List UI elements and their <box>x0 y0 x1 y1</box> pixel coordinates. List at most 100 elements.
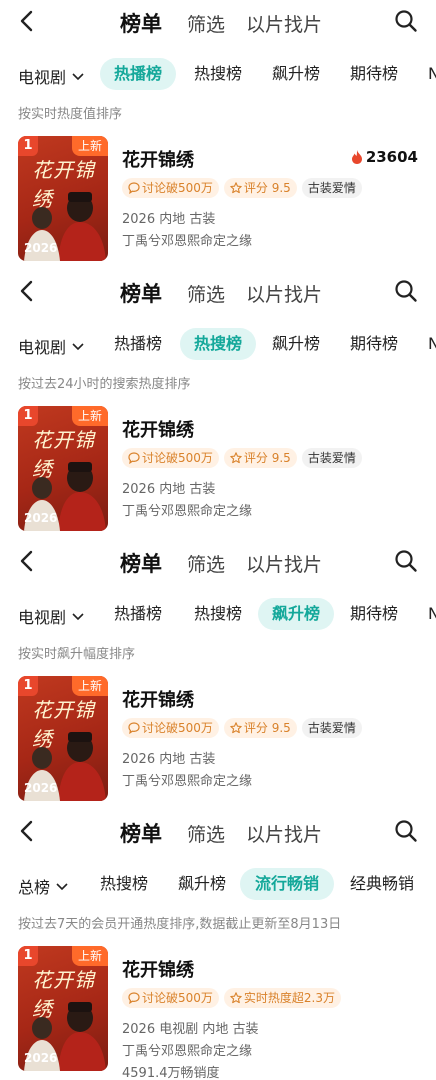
search-icon[interactable] <box>394 9 418 33</box>
chart-tab-chip[interactable]: N <box>428 328 436 360</box>
chart-tab-chip[interactable]: 热搜榜 <box>180 58 256 90</box>
chart-tab-chip[interactable]: 流行畅销 <box>240 868 334 900</box>
back-icon[interactable] <box>16 550 38 572</box>
tab-filter[interactable]: 筛选 <box>187 820 225 847</box>
tag-label: 古装爱情 <box>307 721 356 735</box>
chart-tab-chip[interactable]: 飙升榜 <box>258 328 334 360</box>
drama-title[interactable]: 花开锦绣 <box>122 956 194 982</box>
category-dropdown[interactable]: 电视剧 <box>18 334 84 358</box>
tag-row: 讨论破500万 实时热度超2.3万 <box>122 988 346 1010</box>
ranking-screen: 榜单 筛选 以片找片 电视剧 热播榜 热搜榜 飙升榜 期待榜 N 按过去24小时的搜索热度排序 花开… <box>0 270 436 540</box>
meta-tagline: 丁禹兮邓恩熙命定之缘 <box>122 504 253 519</box>
comment-icon <box>128 451 142 465</box>
chart-tab-chip[interactable]: 飙升榜 <box>164 868 240 900</box>
category-row: 电视剧 热播榜 热搜榜 飙升榜 期待榜 N <box>0 596 436 632</box>
drama-title[interactable]: 花开锦绣 <box>122 416 194 442</box>
tag-label: 古装爱情 <box>307 451 356 465</box>
tag-label: 古装爱情 <box>307 181 356 195</box>
star-icon <box>230 451 244 465</box>
tab-filter[interactable]: 筛选 <box>187 280 225 307</box>
chart-tab-chip[interactable]: 经典畅销 <box>338 868 426 900</box>
poster-year: 2026 <box>24 1051 58 1065</box>
chart-tab-chip[interactable]: 期待榜 <box>336 58 412 90</box>
sort-description: 按过去7天的会员开通热度排序,数据截止更新至8月13日 <box>18 917 342 932</box>
chart-tab-chip[interactable]: 飙升榜 <box>258 598 334 630</box>
poster-image[interactable]: 花开锦绣 1 上新 2026 <box>18 136 108 261</box>
drama-title[interactable]: 花开锦绣 <box>122 146 194 172</box>
tag-row: 讨论破500万 评分 9.5 古装爱情 <box>122 718 367 740</box>
poster-year: 2026 <box>24 511 58 525</box>
top-nav: 榜单 筛选 以片找片 <box>0 270 436 314</box>
info-tag: 实时热度超2.3万 <box>223 988 341 1008</box>
sort-description: 按实时飙升幅度排序 <box>18 647 136 662</box>
back-icon[interactable] <box>16 280 38 302</box>
category-dropdown[interactable]: 总榜 <box>18 874 68 898</box>
meta-tagline: 丁禹兮邓恩熙命定之缘 <box>122 234 253 249</box>
tab-ranking[interactable]: 榜单 <box>120 8 162 38</box>
tab-ranking[interactable]: 榜单 <box>120 818 162 848</box>
back-icon[interactable] <box>16 10 38 32</box>
top-nav: 榜单 筛选 以片找片 <box>0 540 436 584</box>
tab-filter[interactable]: 筛选 <box>187 550 225 577</box>
category-row: 总榜 热搜榜 飙升榜 流行畅销 经典畅销 <box>0 866 436 902</box>
chart-tab-chip[interactable]: 热搜榜 <box>180 598 256 630</box>
search-icon[interactable] <box>394 549 418 573</box>
dropdown-label: 总榜 <box>18 878 51 897</box>
flame-icon <box>351 150 363 168</box>
tag-label: 讨论破500万 <box>142 451 213 465</box>
meta-tagline: 丁禹兮邓恩熙命定之缘 <box>122 774 253 789</box>
heat-value: 23604 <box>351 148 418 168</box>
drama-card[interactable]: 花开锦绣 1 上新 2026 花开锦绣 讨论破500万 实时热度超2.3万 2026 电视剧 … <box>0 942 436 1080</box>
ranking-screen: 榜单 筛选 以片找片电视剧 热播榜 热搜榜 飙升榜 期待榜 N 按实时飙升幅度排序花开锦绣 1 上新… <box>0 540 436 810</box>
tag-label: 讨论破500万 <box>142 181 213 195</box>
drama-card[interactable]: 花开锦绣 1 上新 2026 花开锦绣 讨论破500万 评分 9.5 古装爱情 2026 内地 … <box>0 402 436 534</box>
drama-card[interactable]: 花开锦绣 1 上新 2026 花开锦绣 讨论破500万 评分 9.5 古装爱情 2026 内地 … <box>0 672 436 804</box>
chart-tab-chip[interactable]: 热搜榜 <box>86 868 162 900</box>
chart-tab-chip[interactable]: N <box>428 58 436 90</box>
tag-label: 评分 9.5 <box>243 451 291 465</box>
chart-tab-chip[interactable]: N <box>428 598 436 630</box>
tab-find-by-clip[interactable]: 以片找片 <box>246 820 322 847</box>
category-dropdown[interactable]: 电视剧 <box>18 64 84 88</box>
meta-sales-index: 4591.4万畅销度 <box>122 1066 220 1080</box>
chart-tab-chip[interactable]: 热播榜 <box>100 598 176 630</box>
tab-ranking[interactable]: 榜单 <box>120 278 162 308</box>
poster-image[interactable]: 花开锦绣 1 上新 2026 <box>18 946 108 1071</box>
tab-filter[interactable]: 筛选 <box>187 10 225 37</box>
top-nav: 榜单 筛选 以片找片 <box>0 0 436 44</box>
new-release-badge: 上新 <box>71 406 108 426</box>
tag-label: 实时热度超2.3万 <box>243 991 335 1005</box>
chart-tab-chip[interactable]: 热搜榜 <box>180 328 256 360</box>
search-icon[interactable] <box>394 279 418 303</box>
info-tag: 评分 9.5 <box>223 718 297 738</box>
top-nav: 榜单 筛选 以片找片 <box>0 810 436 854</box>
category-row: 电视剧 热播榜 热搜榜 飙升榜 期待榜 N <box>0 326 436 362</box>
search-icon[interactable] <box>394 819 418 843</box>
chevron-down-icon <box>72 336 84 355</box>
info-tag: 讨论破500万 <box>122 448 219 468</box>
sort-description: 按实时热度值排序 <box>18 107 123 122</box>
chart-tab-chip[interactable]: 期待榜 <box>336 328 412 360</box>
meta-year-region-genre: 2026 内地 古装 <box>122 212 216 227</box>
drama-title[interactable]: 花开锦绣 <box>122 686 194 712</box>
tab-find-by-clip[interactable]: 以片找片 <box>246 550 322 577</box>
chart-tab-chip[interactable]: 期待榜 <box>336 598 412 630</box>
tab-find-by-clip[interactable]: 以片找片 <box>246 280 322 307</box>
comment-icon <box>128 181 142 195</box>
rank-badge: 1 <box>18 946 38 966</box>
meta-tagline: 丁禹兮邓恩熙命定之缘 <box>122 1044 253 1059</box>
chart-tab-chip[interactable]: 热播榜 <box>100 328 176 360</box>
drama-card[interactable]: 花开锦绣 1 上新 2026 花开锦绣 23604 讨论破500万 评分 9.5 古装爱情 202… <box>0 132 436 264</box>
category-dropdown[interactable]: 电视剧 <box>18 604 84 628</box>
poster-image[interactable]: 花开锦绣 1 上新 2026 <box>18 676 108 801</box>
tab-ranking[interactable]: 榜单 <box>120 548 162 578</box>
tab-find-by-clip[interactable]: 以片找片 <box>246 10 322 37</box>
tag-label: 评分 9.5 <box>243 721 291 735</box>
dropdown-label: 电视剧 <box>18 338 67 357</box>
chart-tab-chip[interactable]: 热播榜 <box>100 58 176 90</box>
poster-image[interactable]: 花开锦绣 1 上新 2026 <box>18 406 108 531</box>
tag-label: 讨论破500万 <box>142 991 213 1005</box>
chart-tab-chip[interactable]: 飙升榜 <box>258 58 334 90</box>
new-release-badge: 上新 <box>71 946 108 966</box>
back-icon[interactable] <box>16 820 38 842</box>
